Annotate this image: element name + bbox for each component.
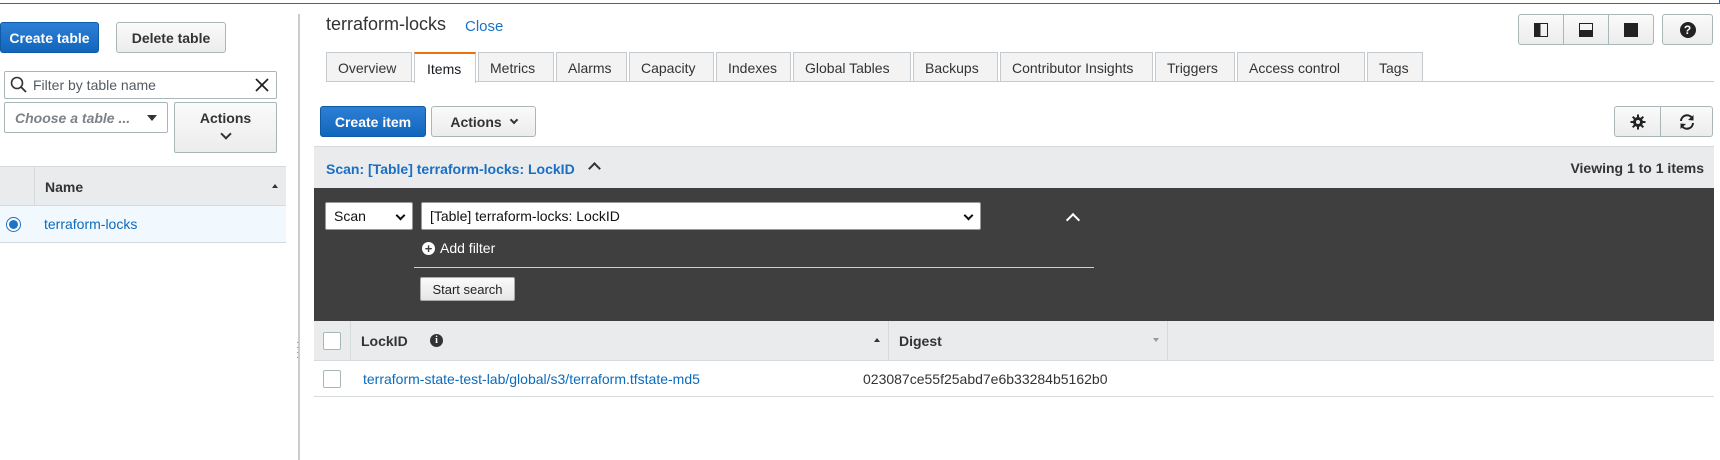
row-checkbox[interactable] (323, 370, 341, 388)
chevron-down-icon (147, 115, 157, 121)
clear-filter-icon[interactable] (254, 77, 270, 93)
lockid-header-label: LockID (361, 333, 408, 349)
table-select-radio[interactable] (6, 217, 21, 232)
delete-table-button[interactable]: Delete table (116, 22, 226, 53)
scan-summary-bar: Scan: [Table] terraform-locks: LockID Vi… (314, 146, 1714, 188)
tab-bar: Overview Items Metrics Alarms Capacity I… (326, 52, 1425, 83)
top-border (0, 0, 1720, 4)
chevron-down-icon (963, 210, 974, 221)
scan-mode-value: Scan (334, 208, 366, 224)
settings-button[interactable] (1614, 106, 1661, 137)
search-icon (10, 76, 27, 93)
split-horizontal-icon (1579, 22, 1593, 37)
items-table-header: LockID i Digest (314, 321, 1714, 361)
tab-triggers[interactable]: Triggers (1155, 52, 1235, 82)
table-list-panel: Create table Delete table Choose a table… (0, 14, 286, 460)
chevron-down-icon (509, 115, 518, 124)
scan-query-panel: Scan [Table] terraform-locks: LockID + A… (314, 188, 1714, 321)
lockid-column-header[interactable]: LockID i (351, 321, 889, 361)
left-actions-label: Actions (199, 110, 252, 126)
table-list-item[interactable]: terraform-locks (0, 206, 286, 243)
chevron-up-icon[interactable] (588, 162, 601, 175)
tab-capacity[interactable]: Capacity (629, 52, 714, 82)
table-filter (4, 71, 277, 99)
scan-summary-toggle[interactable]: Scan: [Table] terraform-locks: LockID (326, 161, 575, 177)
collapse-chevron-icon[interactable] (1065, 212, 1081, 228)
add-filter-label: Add filter (440, 240, 496, 256)
filter-table-input[interactable] (33, 77, 253, 93)
sort-descending-icon[interactable] (1153, 338, 1159, 342)
tab-tags[interactable]: Tags (1367, 52, 1423, 82)
select-all-checkbox[interactable] (323, 332, 341, 350)
scan-target-value: [Table] terraform-locks: LockID (430, 208, 620, 224)
scan-target-select[interactable]: [Table] terraform-locks: LockID (421, 202, 981, 230)
refresh-icon (1679, 113, 1694, 130)
panel-splitter[interactable] (298, 14, 300, 460)
left-actions-button[interactable]: Actions (174, 102, 277, 153)
name-column-header[interactable]: Name (45, 179, 83, 195)
gear-icon (1630, 114, 1645, 129)
digest-column-header[interactable]: Digest (889, 321, 1168, 361)
add-filter-button[interactable]: + Add filter (422, 240, 495, 256)
close-link[interactable]: Close (465, 18, 503, 35)
item-actions-label: Actions (450, 113, 502, 130)
drag-handle-icon[interactable]: · · · · (296, 338, 299, 363)
digest-value: 023087ce55f25abd7e6b33284b5162b0 (863, 371, 1108, 387)
refresh-button[interactable] (1660, 106, 1713, 137)
table-row[interactable]: terraform-state-test-lab/global/s3/terra… (314, 361, 1714, 397)
tab-global-tables[interactable]: Global Tables (793, 52, 911, 82)
start-search-button[interactable]: Start search (420, 277, 515, 301)
full-view-icon (1624, 22, 1638, 37)
tab-metrics[interactable]: Metrics (478, 52, 554, 82)
viewing-count: Viewing 1 to 1 items (1570, 160, 1704, 176)
page-title: terraform-locks (326, 14, 447, 34)
info-icon[interactable]: i (430, 334, 443, 347)
create-item-button[interactable]: Create item (320, 106, 426, 137)
lockid-link[interactable]: terraform-state-test-lab/global/s3/terra… (363, 371, 700, 387)
tab-alarms[interactable]: Alarms (556, 52, 627, 82)
tab-divider (326, 81, 1714, 82)
filter-divider (414, 267, 1094, 268)
view-layout-toggle (1518, 14, 1654, 45)
help-button[interactable]: ? (1662, 14, 1713, 45)
select-all-column (314, 321, 351, 361)
scan-mode-select[interactable]: Scan (325, 202, 413, 230)
tab-contributor-insights[interactable]: Contributor Insights (1000, 52, 1153, 82)
tab-access-control[interactable]: Access control (1237, 52, 1365, 82)
help-icon: ? (1679, 21, 1696, 38)
tab-backups[interactable]: Backups (913, 52, 998, 82)
chevron-down-icon (219, 128, 232, 140)
item-actions-button[interactable]: Actions (431, 106, 536, 137)
tab-overview[interactable]: Overview (326, 52, 412, 82)
choose-table-select[interactable]: Choose a table ... (4, 102, 168, 133)
select-column (0, 167, 35, 207)
chevron-down-icon (395, 210, 406, 221)
sort-ascending-icon[interactable] (272, 184, 278, 188)
tab-indexes[interactable]: Indexes (716, 52, 791, 82)
split-horizontal-button[interactable] (1564, 15, 1609, 44)
digest-header-label: Digest (899, 333, 942, 349)
choose-table-label: Choose a table ... (15, 109, 131, 126)
split-vertical-button[interactable] (1519, 15, 1564, 44)
plus-circle-icon: + (422, 241, 435, 255)
split-vertical-icon (1534, 22, 1548, 37)
full-view-button[interactable] (1609, 15, 1653, 44)
table-list-header: Name (0, 166, 286, 207)
sort-ascending-icon[interactable] (874, 338, 880, 342)
table-name-link[interactable]: terraform-locks (44, 216, 137, 232)
create-table-button[interactable]: Create table (0, 22, 99, 53)
tab-items[interactable]: Items (414, 52, 476, 83)
